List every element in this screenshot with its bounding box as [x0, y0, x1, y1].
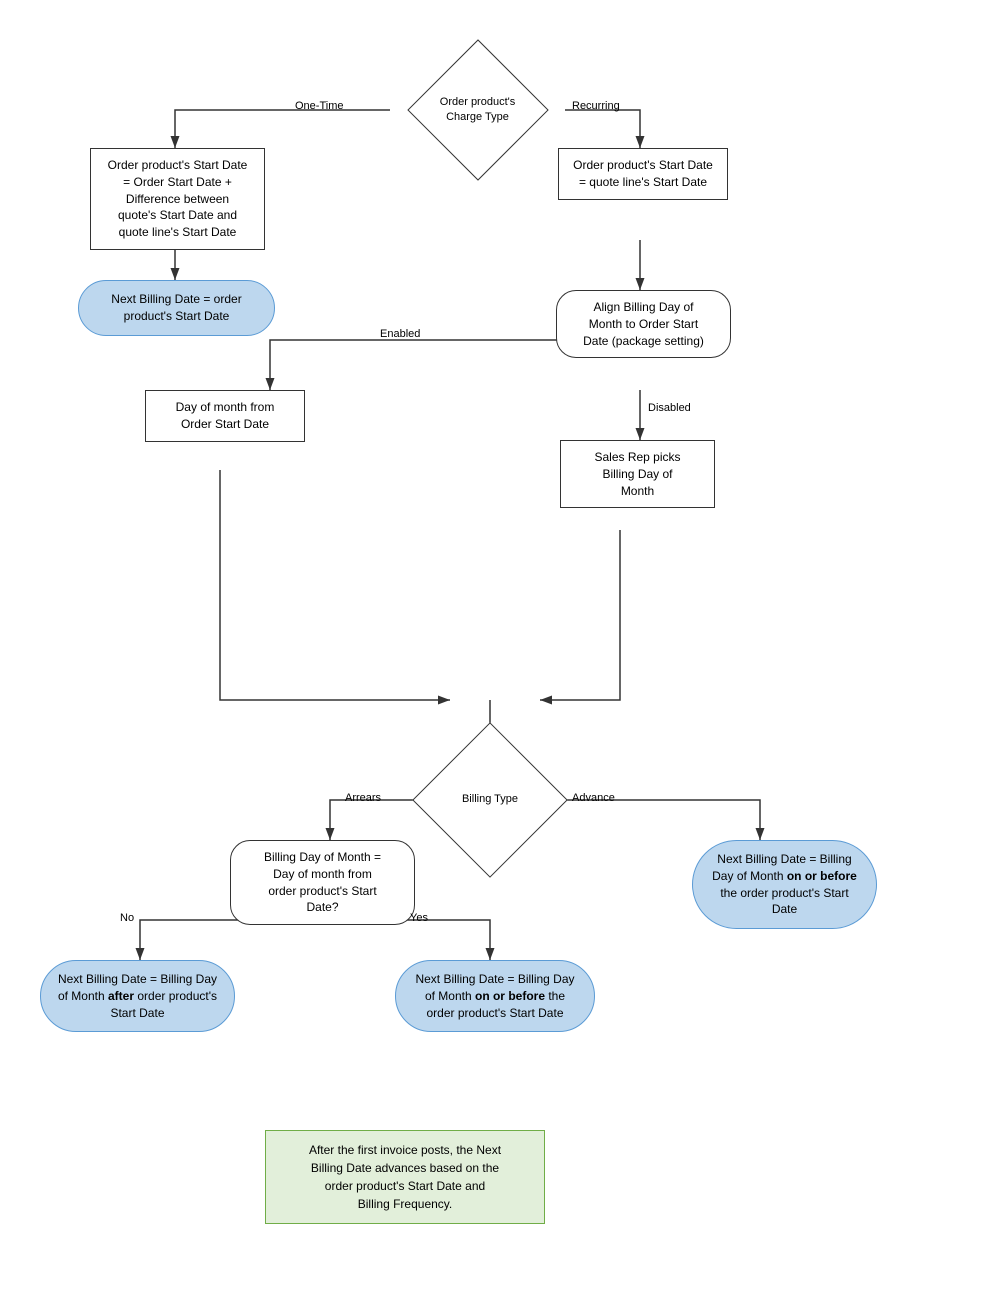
- next-billing-after-text: Next Billing Date = Billing Dayof Month …: [58, 971, 217, 1021]
- next-billing-after-oval: Next Billing Date = Billing Dayof Month …: [40, 960, 235, 1032]
- next-billing-one-time-text: Next Billing Date = orderproduct's Start…: [111, 291, 241, 325]
- next-billing-advance-oval: Next Billing Date = BillingDay of Month …: [692, 840, 877, 929]
- align-billing-box: Align Billing Day ofMonth to Order Start…: [556, 290, 731, 358]
- enabled-label: Enabled: [380, 328, 420, 340]
- billing-type-diamond: Billing Type: [415, 740, 565, 860]
- next-billing-on-or-before-text: Next Billing Date = Billing Dayof Month …: [415, 971, 574, 1021]
- arrears-label: Arrears: [345, 792, 381, 804]
- one-time-label: One-Time: [295, 100, 344, 112]
- one-time-calc-text: Order product's Start Date= Order Start …: [108, 157, 248, 241]
- recurring-calc-box: Order product's Start Date= quote line's…: [558, 148, 728, 200]
- day-of-month-box: Day of month fromOrder Start Date: [145, 390, 305, 442]
- billing-type-label: Billing Type: [445, 792, 535, 807]
- next-billing-one-time-oval: Next Billing Date = orderproduct's Start…: [78, 280, 275, 336]
- align-billing-text: Align Billing Day ofMonth to Order Start…: [583, 299, 704, 349]
- recurring-label: Recurring: [572, 100, 620, 112]
- footer-text: After the first invoice posts, the NextB…: [309, 1141, 501, 1213]
- one-time-calc-box: Order product's Start Date= Order Start …: [90, 148, 265, 250]
- flowchart-diagram: Order product's Charge Type One-Time Rec…: [0, 0, 1000, 1289]
- advance-label: Advance: [572, 792, 615, 804]
- sales-rep-text: Sales Rep picksBilling Day ofMonth: [594, 449, 680, 499]
- next-billing-advance-text: Next Billing Date = BillingDay of Month …: [712, 851, 857, 918]
- no-label: No: [120, 912, 134, 924]
- next-billing-on-or-before-oval: Next Billing Date = Billing Dayof Month …: [395, 960, 595, 1032]
- charge-type-label: Order product's Charge Type: [433, 95, 523, 126]
- billing-day-question-box: Billing Day of Month =Day of month fromo…: [230, 840, 415, 925]
- day-of-month-text: Day of month fromOrder Start Date: [176, 399, 275, 433]
- yes-label: Yes: [410, 912, 428, 924]
- charge-type-diamond: Order product's Charge Type: [390, 55, 565, 165]
- billing-day-question-text: Billing Day of Month =Day of month fromo…: [264, 849, 381, 916]
- sales-rep-box: Sales Rep picksBilling Day ofMonth: [560, 440, 715, 508]
- disabled-label: Disabled: [648, 402, 691, 414]
- footer-green-box: After the first invoice posts, the NextB…: [265, 1130, 545, 1224]
- recurring-calc-text: Order product's Start Date= quote line's…: [573, 157, 713, 191]
